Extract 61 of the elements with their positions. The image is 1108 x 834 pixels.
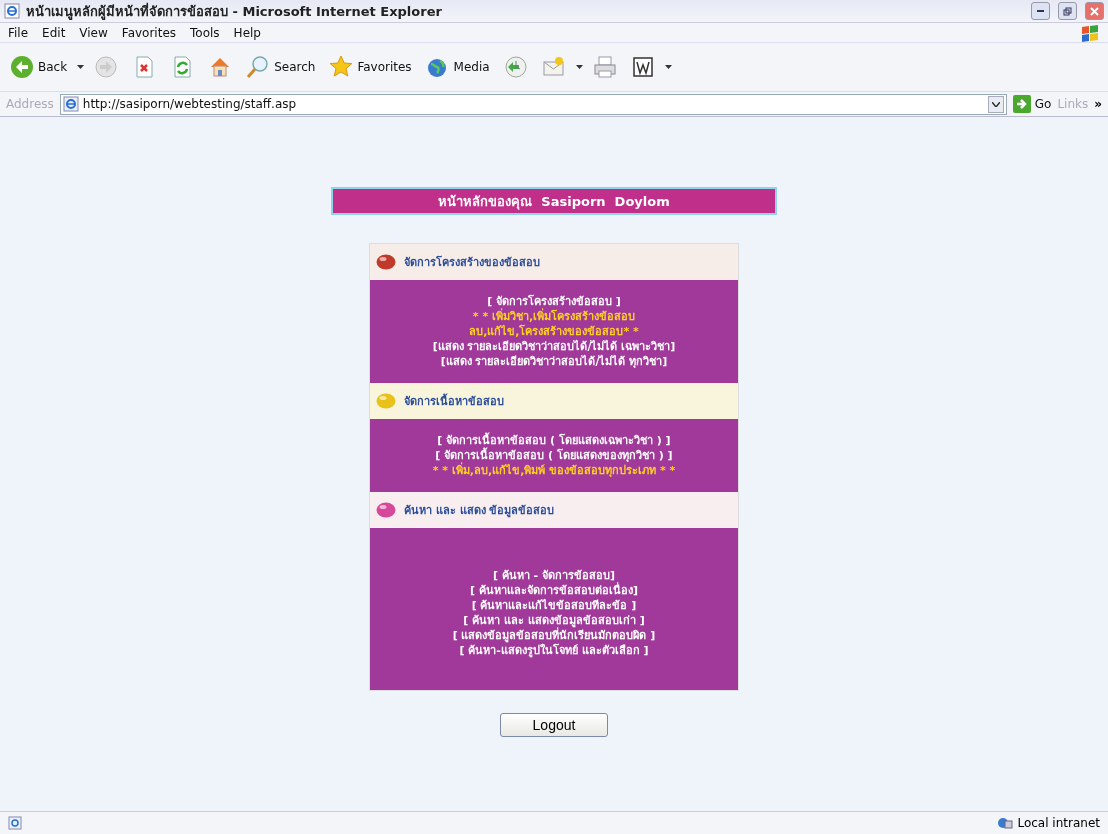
menu-link[interactable]: [ ค้นหาและจัดการข้อสอบต่อเนื่อง] [470, 583, 638, 598]
minimize-icon [1036, 10, 1045, 12]
media-button[interactable]: Media [421, 52, 494, 82]
menu-link[interactable]: [ จัดการเนื้อหาข้อสอบ ( โดยแสดงของทุกวิชา ) ] [435, 448, 673, 463]
menu-item[interactable]: Tools [190, 25, 220, 40]
welcome-banner: หน้าหลักของคุณ Sasiporn Doylom [331, 187, 777, 215]
envelope-icon [541, 55, 566, 79]
network-icon [997, 816, 1014, 830]
menu-item[interactable]: Help [233, 25, 261, 40]
caret-icon [664, 65, 672, 69]
sphere-icon [376, 254, 396, 270]
more-links-button[interactable]: » [1094, 97, 1102, 111]
browser-icon [4, 3, 20, 19]
section-title: จัดการโครงสร้างของข้อสอบ [404, 254, 540, 271]
page-icon [62, 96, 79, 112]
caret-icon [77, 65, 85, 69]
star-icon [329, 55, 354, 79]
favorites-button[interactable]: Favorites [325, 52, 416, 82]
close-button[interactable] [1085, 2, 1104, 20]
menu-note: * * เพิ่มวิชา,เพิ่มโครงสร้างข้อสอบ [472, 309, 636, 324]
menu-item[interactable]: File [8, 25, 29, 40]
window-title: หน้าเมนูหลักผู้มีหน้าที่จัดการข้อสอบ - Microsoft Internet Explorer [26, 1, 443, 22]
windows-flag-icon [1080, 23, 1100, 42]
close-icon [1090, 6, 1099, 16]
search-icon [246, 55, 271, 79]
go-button[interactable]: Go [1012, 95, 1052, 113]
menu-link[interactable]: [ แสดงข้อมูลข้อสอบที่นักเรียนมักตอบผิด ] [452, 628, 656, 643]
restore-button[interactable] [1058, 2, 1077, 20]
minimize-button[interactable] [1031, 2, 1050, 20]
menu-link[interactable]: [แสดง รายละเอียดวิชาว่าสอบได้/ไม่ได้ ทุกวิชา] [440, 354, 668, 369]
chevron-down-icon [991, 101, 1000, 107]
menu-link[interactable]: [ ค้นหาและแก้ไขข้อสอบทีละข้อ ] [471, 598, 637, 613]
menu-link[interactable]: [ จัดการโครงสร้างข้อสอบ ] [487, 294, 621, 309]
security-zone-label: Local intranet [1017, 816, 1100, 830]
menu-item[interactable]: Favorites [121, 25, 177, 40]
caret-icon [575, 65, 583, 69]
menu-note: ลบ,แก้ไข,โครงสร้างของข้อสอบ* * [469, 324, 639, 339]
section-title: ค้นหา และ แสดง ข้อมูลข้อสอบ [404, 503, 555, 519]
menu-item[interactable]: View [79, 25, 108, 40]
menu-link[interactable]: [ จัดการเนื้อหาข้อสอบ ( โดยแสดงเฉพาะวิชา ) ] [437, 433, 671, 448]
menu-item[interactable]: Edit [42, 25, 66, 40]
sphere-icon [376, 502, 396, 518]
menu-link[interactable]: [ ค้นหา และ แสดงข้อมูลข้อสอบเก่า ] [463, 613, 645, 628]
page-icon [8, 816, 22, 830]
arrow-right-icon [1012, 95, 1031, 113]
section-title: จัดการเนื้อหาข้อสอบ [404, 392, 504, 410]
sphere-icon [376, 393, 396, 409]
logout-button[interactable]: Logout [500, 713, 608, 737]
menu-link[interactable]: [ ค้นหา-แสดงรูปในโจทย์ และตัวเลือก ] [459, 643, 649, 658]
address-label: Address [6, 97, 54, 111]
word-document-icon [630, 55, 655, 79]
menu-link[interactable]: [แสดง รายละเอียดวิชาว่าสอบได้/ไม่ได้ เฉพาะวิชา] [432, 339, 676, 354]
restore-icon [1063, 6, 1072, 16]
menu-link[interactable]: [ ค้นหา - จัดการข้อสอบ] [492, 568, 616, 583]
dropdown-button[interactable] [987, 95, 1004, 113]
clock-icon [503, 55, 528, 79]
address-field[interactable]: http://sasiporn/webtesting/staff.asp [59, 93, 1007, 115]
menu-note: * * เพิ่ม,ลบ,แก้ไข,พิมพ์ ของข้อสอบทุกประเภท * * [432, 463, 676, 478]
printer-icon [592, 55, 617, 79]
back-button[interactable]: Back [6, 52, 72, 82]
search-button[interactable]: Search [242, 52, 320, 82]
